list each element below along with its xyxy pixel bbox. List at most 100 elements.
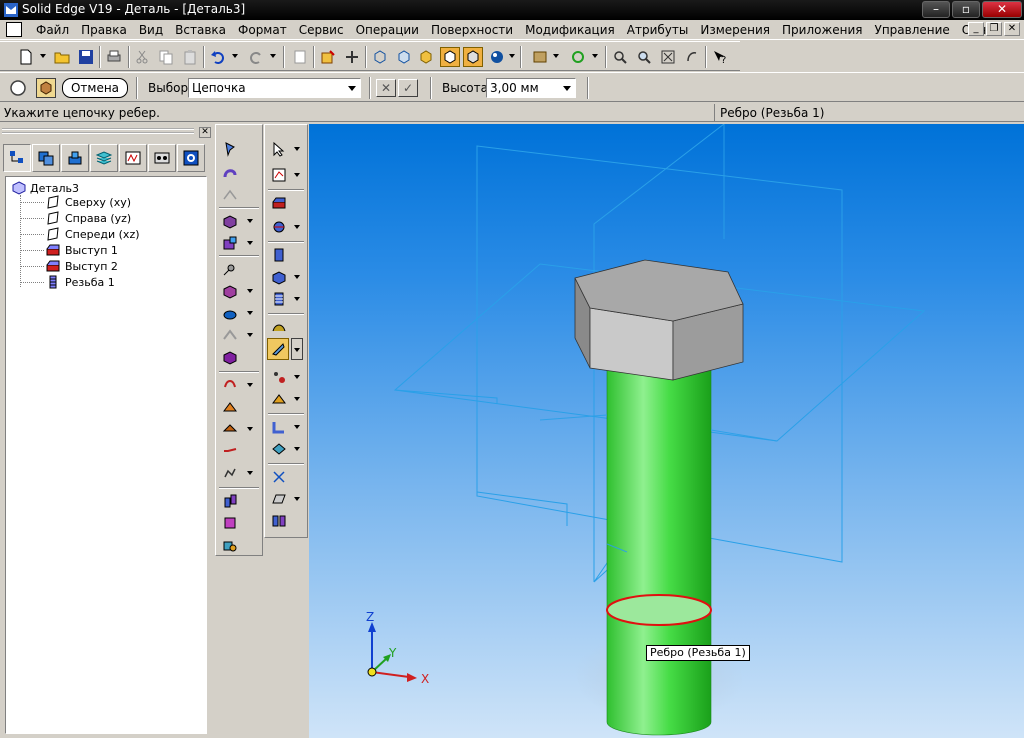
cut-icon[interactable] <box>132 47 152 67</box>
cutout-dropdown-icon[interactable] <box>247 219 253 223</box>
visible-edges-view-icon[interactable] <box>463 47 483 67</box>
engineering-reference-tab[interactable] <box>148 144 176 172</box>
select-arrow-icon[interactable] <box>269 139 289 159</box>
loft-icon[interactable] <box>269 267 289 287</box>
chamfer-dropdown-icon[interactable] <box>247 289 253 293</box>
round-icon[interactable] <box>220 259 240 279</box>
menu-measure[interactable]: Измерения <box>694 22 776 38</box>
document-icon[interactable] <box>6 22 22 37</box>
shaded-view-icon[interactable] <box>416 47 436 67</box>
hole-dropdown-icon[interactable] <box>247 241 253 245</box>
revolved-protrusion-icon[interactable] <box>269 217 289 237</box>
face-dropdown-icon[interactable] <box>294 447 300 451</box>
menu-operations[interactable]: Операции <box>350 22 425 38</box>
thread-dropdown-button[interactable] <box>291 338 303 360</box>
accept-button[interactable]: ✓ <box>398 79 418 97</box>
menu-modify[interactable]: Модификация <box>519 22 621 38</box>
layers-tab[interactable] <box>90 144 118 172</box>
menu-applications[interactable]: Приложения <box>776 22 869 38</box>
pan-icon[interactable] <box>682 47 702 67</box>
coordinate-system-icon[interactable] <box>269 511 289 531</box>
hidden-edge-view-icon[interactable] <box>394 47 414 67</box>
flange-icon[interactable] <box>269 417 289 437</box>
highlighted-thread-edge[interactable] <box>606 594 712 626</box>
sketch-icon[interactable] <box>220 185 240 205</box>
sweep-dropdown-icon[interactable] <box>294 297 300 301</box>
cutout-icon[interactable] <box>220 211 240 231</box>
attach-icon[interactable] <box>342 47 362 67</box>
reference-plane-icon[interactable] <box>269 489 289 509</box>
loft-dropdown-icon[interactable] <box>294 275 300 279</box>
doc-minimize-button[interactable]: _ <box>968 22 984 36</box>
revolve-dropdown-icon[interactable] <box>294 225 300 229</box>
paste-icon[interactable] <box>180 47 200 67</box>
pin-icon[interactable] <box>220 139 240 159</box>
redo-dropdown-icon[interactable] <box>270 54 276 58</box>
select-mode-combo[interactable]: Цепочка <box>188 78 361 98</box>
web-network-icon[interactable] <box>220 397 240 417</box>
panel-grip[interactable] <box>2 128 194 134</box>
maximize-button[interactable]: ▫ <box>952 1 980 18</box>
thread-tool-icon[interactable] <box>267 338 289 360</box>
height-input[interactable]: 3,00 мм <box>486 78 576 98</box>
rotate-icon[interactable] <box>568 47 588 67</box>
face-rotate-icon[interactable] <box>269 439 289 459</box>
protrusion-icon[interactable] <box>269 193 289 213</box>
reference-axes-icon[interactable] <box>269 467 289 487</box>
open-folder-icon[interactable] <box>52 47 72 67</box>
wireframe-view-icon[interactable] <box>370 47 390 67</box>
redo-icon[interactable] <box>246 47 266 67</box>
bolt-hex-head[interactable] <box>574 259 744 381</box>
lip-dropdown-icon[interactable] <box>247 427 253 431</box>
part-copy-icon[interactable] <box>220 535 240 555</box>
tree-item-protrusion-2[interactable]: Выступ 2 <box>46 259 118 273</box>
tree-item-protrusion-1[interactable]: Выступ 1 <box>46 243 118 257</box>
plane-dropdown-icon[interactable] <box>294 497 300 501</box>
hole-icon[interactable] <box>220 233 240 253</box>
select-tool-icon[interactable] <box>318 47 338 67</box>
tree-root-item[interactable]: Деталь3 <box>12 181 79 195</box>
bolt-shaft[interactable] <box>606 363 712 736</box>
sketch-relations-icon[interactable] <box>269 165 289 185</box>
slot-icon[interactable] <box>269 367 289 387</box>
insert-object-icon[interactable] <box>290 47 310 67</box>
menu-view[interactable]: Вид <box>133 22 169 38</box>
select-dropdown-icon[interactable] <box>294 147 300 151</box>
doc-close-button[interactable]: ✕ <box>1004 22 1020 36</box>
tree-item-thread-1[interactable]: Резьба 1 <box>46 275 115 289</box>
new-dropdown-icon[interactable] <box>40 54 46 58</box>
options-tab[interactable] <box>177 144 205 172</box>
sensors-tab[interactable] <box>119 144 147 172</box>
revolve-icon[interactable] <box>220 163 240 183</box>
menu-attributes[interactable]: Атрибуты <box>621 22 695 38</box>
tree-item-top-plane[interactable]: Сверху (xy) <box>46 195 131 209</box>
render-dropdown-icon[interactable] <box>509 54 515 58</box>
view-orient-icon[interactable] <box>530 47 550 67</box>
view-orient-dropdown-icon[interactable] <box>553 54 559 58</box>
rotate-dropdown-icon[interactable] <box>592 54 598 58</box>
draft-dropdown-icon[interactable] <box>247 311 253 315</box>
shaded-edges-view-icon[interactable] <box>440 47 460 67</box>
shell-icon[interactable] <box>220 325 240 345</box>
mirror-icon[interactable] <box>220 513 240 533</box>
minimize-button[interactable]: – <box>922 1 950 18</box>
new-document-icon[interactable] <box>16 47 36 67</box>
zoom-area-icon[interactable] <box>610 47 630 67</box>
thin-wall-icon[interactable] <box>220 347 240 367</box>
menu-tools[interactable]: Сервис <box>293 22 350 38</box>
step-icon[interactable] <box>8 78 28 98</box>
tree-item-right-plane[interactable]: Справа (yz) <box>46 211 131 225</box>
menu-manage[interactable]: Управление <box>869 22 956 38</box>
draft-icon[interactable] <box>220 303 240 323</box>
undo-icon[interactable] <box>208 47 228 67</box>
emboss-dropdown-icon[interactable] <box>294 397 300 401</box>
panel-close-button[interactable]: ✕ <box>199 127 211 138</box>
extrude-icon[interactable] <box>269 245 289 265</box>
zoom-icon[interactable] <box>634 47 654 67</box>
rib-dropdown-icon[interactable] <box>247 383 253 387</box>
copy-icon[interactable] <box>156 47 176 67</box>
feature-pathfinder-tab[interactable] <box>3 144 31 172</box>
vent-icon[interactable] <box>220 441 240 461</box>
sweep-icon[interactable] <box>269 289 289 309</box>
menu-file[interactable]: Файл <box>30 22 75 38</box>
